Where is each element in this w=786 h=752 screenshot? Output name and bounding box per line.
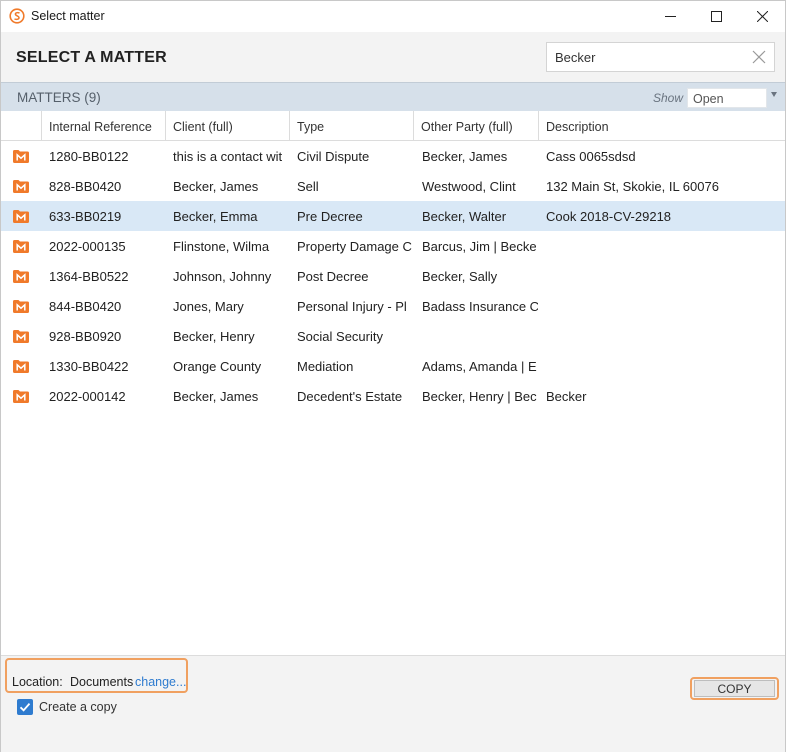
column-header-client[interactable]: Client (full) [165,111,289,141]
cell-description: Cook 2018-CV-29218 [546,209,672,224]
location-label: Location: [12,675,63,689]
chevron-down-icon[interactable] [771,92,777,97]
table-row[interactable]: 828-BB0420 Becker, James Sell Westwood, Cli… [1,171,785,201]
cell-client: Becker, Emma [173,209,258,224]
cell-client: Becker, James [173,179,259,194]
cell-other-party: Adams, Amanda | E [422,359,537,374]
cell-internal-reference: 844-BB0420 [49,299,122,314]
column-header-internal-reference[interactable]: Internal Reference [41,111,165,141]
cell-description: Becker [546,389,587,404]
cell-internal-reference: 2022-000142 [49,389,126,404]
table-body: 1280-BB0122 this is a contact wit Civil Di… [1,141,785,411]
cell-description [538,321,785,351]
table-row[interactable]: 928-BB0920 Becker, Henry Social Security [1,321,785,351]
cell-type: Civil Dispute [297,149,370,164]
cell-description: Cass 0065sdsd [546,149,636,164]
copy-button[interactable]: COPY [694,680,775,697]
app-logo-icon [9,8,25,24]
cell-other-party: Westwood, Clint [422,179,516,194]
matter-folder-icon [13,390,29,403]
matter-folder-icon [13,330,29,343]
cell-type: Property Damage C [297,239,412,254]
matter-folder-icon [13,210,29,223]
cell-type: Sell [297,179,319,194]
close-window-button[interactable] [739,1,785,32]
table-header: Internal Reference Client (full) Type Ot… [1,111,785,141]
matters-table: Internal Reference Client (full) Type Ot… [1,111,785,411]
matter-folder-icon [13,300,29,313]
cell-client: Flinstone, Wilma [173,239,270,254]
table-row[interactable]: 2022-000142 Becker, James Decedent's Estat… [1,381,785,411]
table-row[interactable]: 1330-BB0422 Orange County Mediation Adams, … [1,351,785,381]
cell-client: Becker, James [173,389,259,404]
minimize-button[interactable] [647,1,693,32]
maximize-button[interactable] [693,1,739,32]
table-row[interactable]: 1364-BB0522 Johnson, Johnny Post Decree Bec… [1,261,785,291]
cell-client: Johnson, Johnny [173,269,272,284]
create-copy-checkbox[interactable] [17,699,33,715]
cell-type: Post Decree [297,269,369,284]
matters-count-label: MATTERS (9) [17,90,101,105]
cell-internal-reference: 1364-BB0522 [49,269,129,284]
cell-other-party: Becker, Sally [422,269,498,284]
cell-description [538,261,785,291]
cell-other-party: Barcus, Jim | Becke [422,239,537,254]
matter-folder-icon [13,270,29,283]
window-title: Select matter [31,9,105,23]
location-value: Documents [70,675,134,689]
page-title: SELECT A MATTER [16,49,167,66]
cell-internal-reference: 2022-000135 [49,239,126,254]
matters-section-bar: MATTERS (9) Show Open [1,82,785,111]
column-header-other-party[interactable]: Other Party (full) [413,111,538,141]
cell-client: Orange County [173,359,262,374]
matter-folder-icon [13,150,29,163]
cell-client: Becker, Henry [173,329,255,344]
cell-type: Mediation [297,359,354,374]
matter-folder-icon [13,180,29,193]
cell-type: Social Security [297,329,383,344]
cell-internal-reference: 1330-BB0422 [49,359,129,374]
cell-type: Decedent's Estate [297,389,403,404]
show-filter-value: Open [693,92,724,106]
change-location-link[interactable]: change... [135,675,186,689]
matter-folder-icon [13,360,29,373]
cell-description [538,351,785,381]
cell-other-party: Becker, Henry | Bec [422,389,537,404]
cell-type: Personal Injury - Pl [297,299,407,314]
select-matter-window: Select matter SELECT A MATTER MATTERS (9… [0,0,786,752]
footer: Location: Documents change... COPY Creat… [1,655,785,752]
show-filter-select[interactable]: Open [687,88,767,108]
cell-internal-reference: 1280-BB0122 [49,149,129,164]
close-icon[interactable] [752,50,766,64]
search-input[interactable] [555,48,745,66]
table-row[interactable]: 844-BB0420 Jones, Mary Personal Injury - P… [1,291,785,321]
title-bar: Select matter [1,1,785,32]
cell-type: Pre Decree [297,209,363,224]
cell-internal-reference: 828-BB0420 [49,179,122,194]
check-icon [19,703,31,712]
table-row[interactable]: 633-BB0219 Becker, Emma Pre Decree Becker, … [1,201,785,231]
cell-other-party: Badass Insurance C [422,299,538,314]
search-box [546,42,775,72]
cell-client: Jones, Mary [173,299,244,314]
cell-other-party: Becker, Walter [422,209,507,224]
cell-description: 132 Main St, Skokie, IL 60076 [546,179,719,194]
table-row[interactable]: 1280-BB0122 this is a contact wit Civil Di… [1,141,785,171]
header: SELECT A MATTER [1,32,785,82]
cell-other-party [413,321,538,351]
cell-internal-reference: 633-BB0219 [49,209,122,224]
matter-folder-icon [13,240,29,253]
cell-description [538,291,785,321]
column-header-type[interactable]: Type [289,111,413,141]
cell-description [538,231,785,261]
table-row[interactable]: 2022-000135 Flinstone, Wilma Property Dama… [1,231,785,261]
show-filter-label: Show [653,91,684,105]
create-copy-label: Create a copy [39,700,117,714]
cell-other-party: Becker, James [422,149,508,164]
cell-client: this is a contact wit [173,149,283,164]
column-header-description[interactable]: Description [538,111,785,141]
cell-internal-reference: 928-BB0920 [49,329,122,344]
